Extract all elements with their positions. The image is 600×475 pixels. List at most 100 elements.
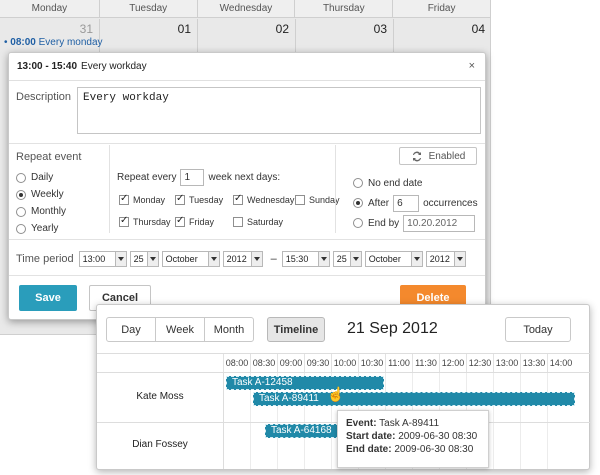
checkbox-monday[interactable]: Monday — [119, 193, 166, 205]
after-occurrences-option[interactable]: After 6 occurrences — [353, 193, 493, 213]
day-header-thursday[interactable]: Thursday — [295, 0, 394, 17]
checkbox-friday[interactable]: Friday — [175, 215, 214, 227]
end-radio-group: No end date After 6 occurrences End by 10.2… — [353, 173, 493, 233]
start-month-select[interactable]: October — [161, 251, 220, 267]
checkbox-thursday[interactable]: Thursday — [119, 215, 171, 227]
radio-icon — [16, 206, 26, 217]
start-hour-select[interactable]: 13:00 — [78, 251, 127, 267]
day-header-wednesday[interactable]: Wednesday — [198, 0, 296, 17]
hour-label: 12:30 — [466, 354, 493, 372]
chevron-down-icon — [453, 252, 465, 266]
checkbox-saturday[interactable]: Saturday — [233, 217, 283, 227]
tooltip-value: 2009-06-30 08:30 — [398, 431, 478, 442]
close-icon[interactable]: × — [469, 60, 475, 72]
description-textarea[interactable]: Every workday — [77, 87, 481, 134]
end-day-select[interactable]: 25 — [332, 251, 362, 267]
time-period-row: Time period 13:00 25 October 2012 – 15:3… — [16, 251, 469, 267]
radio-icon — [353, 218, 363, 228]
repeat-every-input[interactable]: 1 — [180, 169, 205, 186]
chevron-down-icon — [349, 252, 361, 266]
chevron-down-icon — [317, 252, 329, 266]
radio-icon — [16, 223, 26, 234]
tab-day[interactable]: Day — [106, 317, 156, 342]
option-label: Monthly — [31, 206, 67, 217]
title-text: Every workday — [81, 61, 147, 72]
option-label: Yearly — [31, 223, 59, 234]
checkbox-icon — [233, 193, 243, 205]
tab-timeline[interactable]: Timeline — [267, 317, 325, 342]
hour-label: 11:00 — [385, 354, 412, 372]
description-label: Description — [16, 91, 72, 103]
checkbox-tuesday[interactable]: Tuesday — [175, 193, 224, 205]
end-year-select[interactable]: 2012 — [425, 251, 466, 267]
checkbox-icon — [233, 217, 243, 227]
task-bar[interactable]: Task A-89411 — [253, 392, 575, 406]
event-time: 08:00 — [10, 37, 36, 48]
event-text: Every monday — [38, 37, 103, 48]
checkbox-icon — [295, 195, 305, 205]
divider — [9, 143, 485, 144]
tab-week[interactable]: Week — [155, 317, 205, 342]
end-by-date-input[interactable]: 10.20.2012 — [403, 214, 476, 232]
day-header-tuesday[interactable]: Tuesday — [100, 0, 198, 17]
chevron-down-icon — [114, 252, 126, 266]
repeat-weekly-option[interactable]: Weekly — [16, 186, 81, 203]
end-hour-select[interactable]: 15:30 — [281, 251, 330, 267]
checkbox-label: Saturday — [247, 217, 284, 227]
checkbox-label: Wednesday — [247, 195, 295, 205]
select-value: 2012 — [429, 254, 450, 264]
chevron-down-icon — [207, 252, 219, 266]
tooltip-label: End date: — [346, 444, 392, 455]
checkbox-sunday[interactable]: Sunday — [295, 195, 340, 205]
enabled-toggle-button[interactable]: Enabled — [399, 147, 477, 165]
checkbox-label: Tuesday — [189, 195, 224, 205]
repeat-every-label: Repeat every — [117, 172, 177, 183]
day-header-friday[interactable]: Friday — [393, 0, 491, 17]
hour-label: 13:00 — [493, 354, 520, 372]
option-label: End by — [368, 217, 400, 229]
repeat-icon — [412, 151, 421, 161]
day-header-monday[interactable]: Monday — [0, 0, 100, 17]
hour-label: 11:30 — [412, 354, 439, 372]
task-bar[interactable]: Task A-12458 — [226, 376, 384, 390]
repeat-daily-option[interactable]: Daily — [16, 169, 81, 186]
task-bar[interactable]: Task A-64168 — [265, 424, 339, 438]
end-month-select[interactable]: October — [364, 251, 423, 267]
repeat-yearly-option[interactable]: Yearly — [16, 220, 81, 237]
divider — [335, 145, 336, 233]
title-time: 13:00 - 15:40 — [17, 61, 78, 72]
end-by-option[interactable]: End by 10.20.2012 — [353, 213, 493, 233]
checkbox-label: Monday — [133, 195, 166, 205]
start-day-select[interactable]: 25 — [129, 251, 159, 267]
current-date: 21 Sep 2012 — [347, 320, 438, 337]
no-end-date-option[interactable]: No end date — [353, 173, 493, 193]
hour-label: 12:00 — [439, 354, 466, 372]
save-button[interactable]: Save — [19, 285, 77, 311]
occurrences-input[interactable]: 6 — [393, 194, 420, 212]
select-value: 25 — [133, 254, 144, 264]
enabled-label: Enabled — [428, 150, 466, 162]
date-number: 03 — [373, 22, 387, 36]
divider — [109, 145, 110, 233]
date-number: 31 — [79, 22, 93, 36]
repeat-monthly-option[interactable]: Monthly — [16, 203, 81, 220]
tooltip-label: Start date: — [346, 431, 396, 442]
start-year-select[interactable]: 2012 — [222, 251, 263, 267]
today-button[interactable]: Today — [505, 317, 571, 342]
tab-month[interactable]: Month — [204, 317, 254, 342]
weekday-checkboxes: Monday Tuesday Wednesday Sunday Thursday… — [117, 193, 340, 235]
hour-label: 09:30 — [304, 354, 331, 372]
calendar-header: Monday Tuesday Wednesday Thursday Friday — [0, 0, 491, 18]
select-value: 25 — [336, 254, 347, 264]
range-dash: – — [270, 253, 277, 265]
calendar-event[interactable]: • 08:00 Every monday — [4, 37, 103, 48]
hour-label: 14:00 — [547, 354, 574, 372]
checkbox-wednesday[interactable]: Wednesday — [233, 193, 295, 205]
tooltip-start-row: Start date: 2009-06-30 08:30 — [346, 430, 480, 443]
hour-label: 08:00 — [223, 354, 250, 372]
occurrences-label: occurrences — [423, 197, 478, 209]
divider — [9, 275, 485, 276]
weekly-options: Repeat every 1 week next days: Monday Tu… — [117, 169, 340, 227]
tooltip-event-row: Event: Task A-89411 — [346, 417, 480, 430]
tooltip-end-row: End date: 2009-06-30 08:30 — [346, 443, 480, 456]
